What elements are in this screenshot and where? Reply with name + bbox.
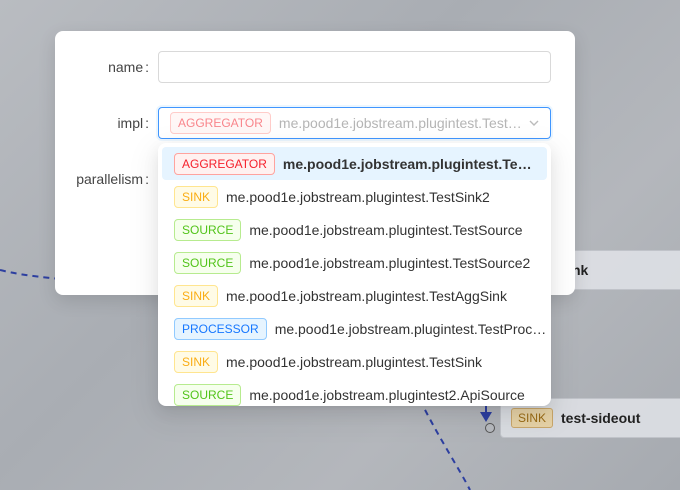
dropdown-option[interactable]: SINK me.pood1e.jobstream.plugintest.TestA… — [162, 279, 547, 312]
option-type-tag: PROCESSOR — [174, 317, 267, 340]
bg-node-sideout-label: test-sideout — [561, 410, 641, 426]
option-type-tag: SOURCE — [174, 383, 242, 406]
impl-select[interactable]: AGGREGATOR me.pood1e.jobstream.plugintes… — [158, 107, 551, 139]
dropdown-option[interactable]: PROCESSOR me.pood1e.jobstream.plugintest.… — [162, 312, 547, 345]
option-class-name: me.pood1e.jobstream.plugintest.TestSink — [226, 353, 483, 370]
option-type-tag: SINK — [174, 350, 219, 373]
option-class-name: me.pood1e.jobstream.plugintest.TestProce… — [274, 320, 547, 337]
impl-label: impl: — [117, 115, 149, 131]
bg-node-sideout-tag: SINK — [511, 408, 554, 428]
option-class-name: me.pood1e.jobstream.plugintest.TestAggre… — [282, 155, 533, 172]
option-type-tag: SINK — [174, 284, 219, 307]
bg-node-port — [485, 423, 495, 433]
name-label: name: — [108, 59, 149, 75]
option-type-tag: SOURCE — [174, 218, 242, 241]
option-class-name: me.pood1e.jobstream.plugintest.TestSourc… — [249, 254, 531, 271]
dropdown-option[interactable]: SINK me.pood1e.jobstream.plugintest.TestS… — [162, 345, 547, 378]
option-class-name: me.pood1e.jobstream.plugintest.TestSourc… — [249, 221, 523, 238]
name-input[interactable] — [158, 51, 551, 83]
impl-dropdown-list[interactable]: AGGREGATOR me.pood1e.jobstream.plugintest… — [158, 143, 551, 406]
dropdown-option[interactable]: SOURCE me.pood1e.jobstream.plugintest.Tes… — [162, 213, 547, 246]
form-row-impl: impl: AGGREGATOR me.pood1e.jobstream.plu… — [55, 107, 575, 139]
impl-selected-value: me.pood1e.jobstream.plugintest.TestAggre… — [278, 115, 527, 131]
option-type-tag: AGGREGATOR — [174, 152, 275, 175]
option-class-name: me.pood1e.jobstream.plugintest.TestSink2 — [226, 188, 490, 205]
form-row-name: name: — [55, 51, 575, 83]
dropdown-option[interactable]: AGGREGATOR me.pood1e.jobstream.plugintest… — [162, 147, 547, 180]
parallelism-label: parallelism: — [76, 171, 149, 187]
chevron-down-icon[interactable] — [528, 117, 540, 129]
impl-selected-tag: AGGREGATOR — [170, 112, 271, 134]
option-type-tag: SOURCE — [174, 251, 242, 274]
option-class-name: me.pood1e.jobstream.plugintest2.ApiSourc… — [249, 386, 525, 403]
dropdown-option[interactable]: SOURCE me.pood1e.jobstream.plugintest.Tes… — [162, 246, 547, 279]
dropdown-option[interactable]: SOURCE me.pood1e.jobstream.plugintest2.Ap… — [162, 378, 547, 406]
option-type-tag: SINK — [174, 185, 219, 208]
dropdown-option[interactable]: SINK me.pood1e.jobstream.plugintest.TestS… — [162, 180, 547, 213]
option-class-name: me.pood1e.jobstream.plugintest.TestAggSi… — [226, 287, 507, 304]
